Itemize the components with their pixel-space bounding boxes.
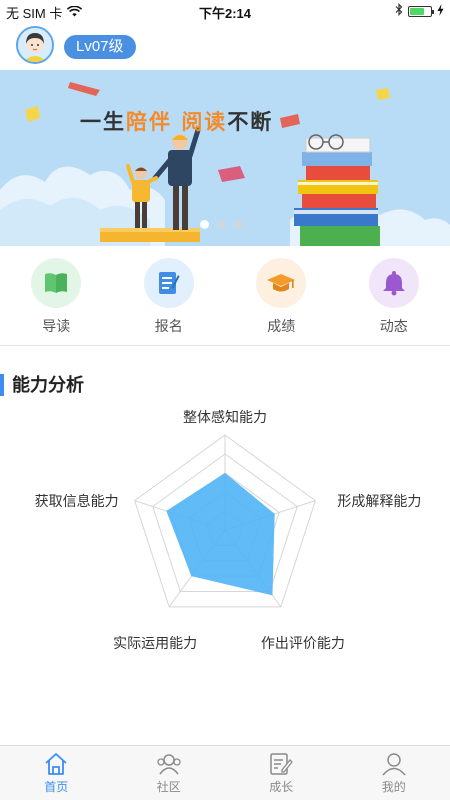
slogan-part-3: 阅读 [181,109,228,134]
quick-label: 导读 [42,318,71,334]
header: Lv07级 [0,22,450,70]
quick-item-signup[interactable]: 报名 [113,246,226,345]
avatar[interactable] [16,26,54,64]
status-bar: 无 SIM 卡 下午2:14 [0,0,450,22]
axis-label-overall-perception: 整体感知能力 [183,409,267,425]
carousel-dot[interactable] [200,220,209,229]
signup-form-icon [158,272,180,294]
tab-label: 首页 [44,780,69,794]
quick-icon-circle [31,258,82,308]
axis-label-interpretation: 形成解释能力 [337,492,422,509]
quick-label: 成绩 [267,318,296,334]
quick-label: 报名 [154,318,183,334]
tab-home[interactable]: 首页 [0,746,113,800]
quick-item-scores[interactable]: 成绩 [225,246,338,345]
section-title: 能力分析 [0,374,84,396]
bluetooth-icon [395,3,403,19]
banner-slogan: 一生陪伴 阅读不断 [80,106,273,136]
charging-icon [437,3,444,19]
tab-label: 我的 [381,780,406,794]
community-icon [157,754,181,775]
tab-growth[interactable]: 成长 [225,746,338,800]
quick-icon-circle [256,258,307,308]
quick-item-news[interactable]: 动态 [338,246,450,345]
bell-icon [382,271,405,296]
slogan-part-2: 陪伴 [126,109,172,134]
quick-menu: 导读 报名 成绩 动态 [0,246,450,346]
quick-icon-circle [368,258,419,308]
profile-icon [382,753,406,776]
quick-icon-circle [143,258,194,308]
axis-label-information: 获取信息能力 [34,492,119,509]
ability-radar-chart: 整体感知能力 形成解释能力 作出评价能力 实际运用能力 获取信息能力 [0,400,450,690]
book-icon [45,273,68,293]
status-time: 下午2:14 [198,6,252,21]
graduation-cap-icon [267,274,296,292]
quick-item-guide[interactable]: 导读 [0,246,113,345]
radar-svg [134,434,316,608]
slogan-part-4: 不断 [227,109,274,134]
growth-notes-icon [270,753,294,775]
axis-label-evaluation: 作出评价能力 [260,634,345,651]
level-badge: Lv07级 [64,35,136,59]
avatar-icon [18,28,52,62]
battery-fill [410,7,424,15]
home-icon [45,753,67,775]
carousel-dot[interactable] [217,220,226,229]
bottom-tab-bar: 首页 社区 成长 我的 [0,745,450,800]
quick-label: 动态 [379,318,408,334]
carousel-dot[interactable] [234,220,243,229]
axis-label-application: 实际运用能力 [113,634,198,651]
banner-carousel[interactable]: 一生陪伴 阅读不断 [0,70,450,246]
slogan-part-1: 一生 [80,109,126,134]
tab-community[interactable]: 社区 [113,746,226,800]
radar-value-area [166,473,275,596]
status-right [395,3,444,19]
battery-icon [408,5,434,17]
carousel-dots [200,220,243,229]
tab-label: 成长 [269,780,294,794]
tab-profile[interactable]: 我的 [338,746,450,800]
tab-label: 社区 [156,780,181,794]
